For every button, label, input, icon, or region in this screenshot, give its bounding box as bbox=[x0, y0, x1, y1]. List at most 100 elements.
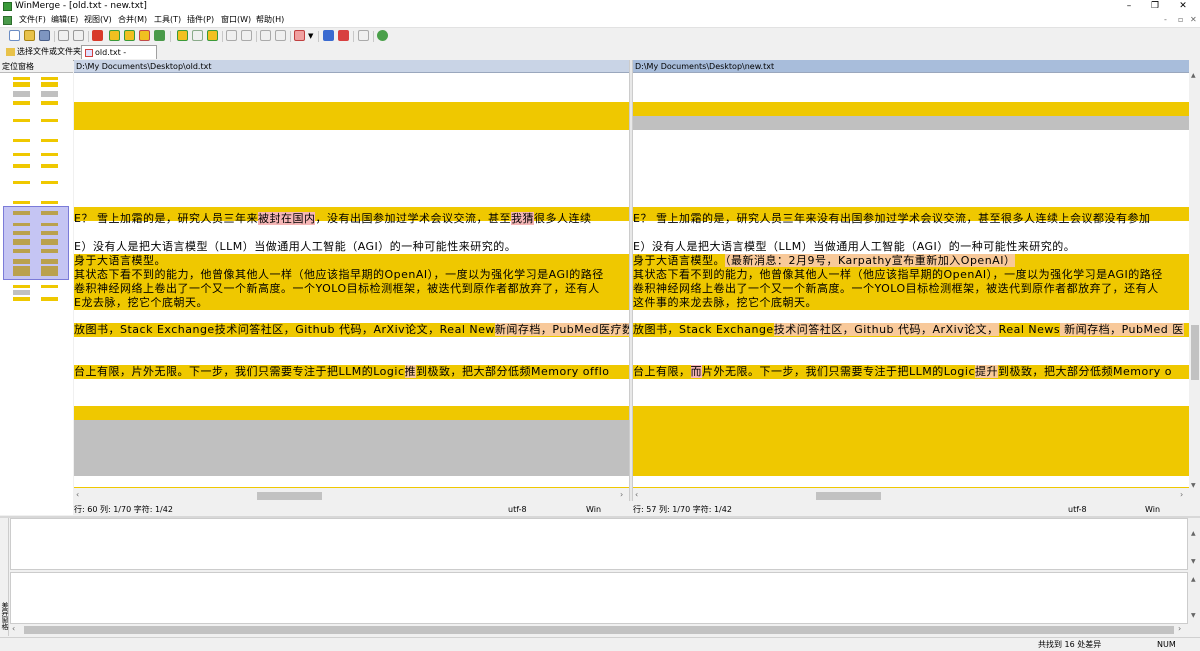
scroll-left-icon[interactable]: ‹ bbox=[635, 490, 638, 499]
tab-old-new[interactable]: old.txt - new.txt bbox=[81, 45, 157, 71]
text-line: E）没有人是把大语言模型（LLM）当做通用人工智能（AGI）的一种可能性来研究的… bbox=[633, 240, 1076, 253]
diff-block[interactable] bbox=[74, 406, 629, 420]
winmerge-app-icon bbox=[3, 2, 12, 11]
diff-block[interactable] bbox=[633, 487, 1189, 488]
diff-detail-horizontal-thumb[interactable] bbox=[24, 626, 1174, 634]
options-icon[interactable] bbox=[294, 30, 305, 41]
toolbar: ▼ bbox=[0, 27, 1200, 45]
window-title: WinMerge - [old.txt - new.txt] bbox=[15, 1, 147, 11]
mdi-close-button[interactable]: ✕ bbox=[1190, 14, 1197, 26]
diff-detail-bottom[interactable] bbox=[10, 572, 1188, 624]
copy-left-icon[interactable] bbox=[207, 30, 218, 41]
scroll-down-arrow-icon[interactable]: ▼ bbox=[1191, 482, 1196, 489]
mdi-restore-button[interactable]: ▫ bbox=[1178, 14, 1183, 26]
diff-block[interactable] bbox=[633, 406, 1189, 476]
scroll-up-arrow-icon[interactable]: ▲ bbox=[1191, 72, 1198, 80]
toolbar-separator bbox=[256, 31, 257, 42]
diff-marker-icon[interactable] bbox=[92, 30, 103, 41]
save-icon[interactable] bbox=[39, 30, 50, 41]
menu-window[interactable]: 窗口(W) bbox=[221, 14, 251, 26]
compare-icon[interactable] bbox=[323, 30, 334, 41]
left-file-path: D:\My Documents\Desktop\old.txt bbox=[74, 60, 629, 73]
scroll-down-arrow-icon[interactable]: ▼ bbox=[1191, 558, 1196, 565]
menu-tools[interactable]: 工具(T) bbox=[154, 14, 181, 26]
left-eol: Win bbox=[586, 505, 602, 514]
vertical-scroll-thumb[interactable] bbox=[1191, 325, 1199, 380]
swap-panes-icon[interactable] bbox=[358, 30, 369, 41]
vertical-scrollbar[interactable]: ▲ ▼ bbox=[1189, 60, 1200, 491]
scroll-right-icon[interactable]: › bbox=[1178, 624, 1181, 633]
chevron-down-icon[interactable]: ▼ bbox=[308, 32, 313, 40]
copy-to-left-icon[interactable] bbox=[241, 30, 252, 41]
next-diff-icon[interactable] bbox=[109, 30, 120, 41]
tab-select-files[interactable]: 选择文件或文件夹 bbox=[3, 45, 84, 59]
location-pane-title: 定位窗格 bbox=[0, 60, 73, 73]
scroll-left-icon[interactable]: ‹ bbox=[12, 624, 15, 633]
right-horizontal-scrollbar[interactable]: ‹ › bbox=[633, 490, 1189, 501]
diff-detail-top-scrollbar[interactable]: ▲ ▼ bbox=[1188, 518, 1200, 570]
new-file-icon[interactable] bbox=[9, 30, 20, 41]
diff-line: 其状态下看不到的能力，他曾像其他人一样（他应该指早期的OpenAI），一度以为强… bbox=[633, 268, 1163, 281]
menu-file[interactable]: 文件(F) bbox=[19, 14, 46, 26]
diff-count: 共找到 16 处差异 bbox=[1038, 640, 1102, 649]
right-file-path: D:\My Documents\Desktop\new.txt bbox=[633, 60, 1189, 73]
open-folder-icon[interactable] bbox=[24, 30, 35, 41]
toolbar-separator bbox=[170, 31, 171, 42]
prev-diff-icon[interactable] bbox=[124, 30, 135, 41]
diff-line: 台上有限，片外无限。下一步，我们只需要专注于把LLM的Logic推到极致，把大部… bbox=[74, 365, 610, 378]
location-bar-right[interactable] bbox=[41, 73, 58, 515]
diff-block[interactable] bbox=[74, 487, 629, 488]
all-left-icon[interactable] bbox=[275, 30, 286, 41]
diff-block[interactable] bbox=[74, 102, 629, 130]
num-lock-indicator: NUM bbox=[1157, 640, 1176, 649]
menu-edit[interactable]: 编辑(E) bbox=[51, 14, 78, 26]
copy-right-icon[interactable] bbox=[192, 30, 203, 41]
diff-detail-top[interactable] bbox=[10, 518, 1188, 570]
moved-block[interactable] bbox=[74, 420, 629, 476]
menu-help[interactable]: 帮助(H) bbox=[256, 14, 284, 26]
diff-line: 身于大语言模型。（最新消息：2月9号，Karpathy宣布重新加入OpenAI） bbox=[633, 254, 1016, 267]
scroll-right-icon[interactable]: › bbox=[620, 490, 623, 499]
scroll-up-arrow-icon[interactable]: ▲ bbox=[1191, 530, 1196, 537]
scroll-up-arrow-icon[interactable]: ▲ bbox=[1191, 576, 1196, 583]
right-horizontal-thumb[interactable] bbox=[816, 492, 881, 500]
left-diff-pane[interactable]: D:\My Documents\Desktop\old.txt E？ 雪上加霜的… bbox=[74, 60, 629, 488]
location-bar-left[interactable] bbox=[13, 73, 30, 515]
left-horizontal-thumb[interactable] bbox=[257, 492, 322, 500]
undo-icon[interactable] bbox=[58, 30, 69, 41]
left-horizontal-scrollbar[interactable]: ‹ › bbox=[74, 490, 629, 501]
location-viewport-indicator[interactable] bbox=[3, 206, 69, 280]
stop-icon[interactable] bbox=[338, 30, 349, 41]
copy-to-right-icon[interactable] bbox=[226, 30, 237, 41]
menu-view[interactable]: 视图(V) bbox=[84, 14, 112, 26]
scroll-left-icon[interactable]: ‹ bbox=[76, 490, 79, 499]
right-diff-pane[interactable]: D:\My Documents\Desktop\new.txt E？ 雪上加霜的… bbox=[633, 60, 1189, 488]
current-diff-icon[interactable] bbox=[154, 30, 165, 41]
location-pane[interactable]: 定位窗格 bbox=[0, 60, 73, 515]
mdi-minimize-button[interactable]: - bbox=[1164, 14, 1167, 26]
minimize-button[interactable]: – bbox=[1116, 0, 1142, 13]
restore-button[interactable]: ❐ bbox=[1142, 0, 1168, 13]
diff-detail-bottom-scrollbar[interactable]: ▲ ▼ bbox=[1188, 572, 1200, 624]
text-line: E）没有人是把大语言模型（LLM）当做通用人工智能（AGI）的一种可能性来研究的… bbox=[74, 240, 517, 253]
scroll-down-arrow-icon[interactable]: ▼ bbox=[1191, 612, 1196, 619]
title-bar: WinMerge - [old.txt - new.txt] – ❐ ✕ bbox=[0, 0, 1200, 13]
folder-icon bbox=[6, 47, 15, 56]
close-button[interactable]: ✕ bbox=[1170, 0, 1196, 13]
moved-block[interactable] bbox=[633, 116, 1189, 130]
mdi-document-icon[interactable] bbox=[3, 16, 12, 25]
redo-icon[interactable] bbox=[73, 30, 84, 41]
menu-plugins[interactable]: 插件(P) bbox=[187, 14, 214, 26]
menu-merge[interactable]: 合并(M) bbox=[118, 14, 147, 26]
diff-line: 这件事的来龙去脉，挖它个底朝天。 bbox=[633, 296, 817, 309]
scroll-right-icon[interactable]: › bbox=[1180, 490, 1183, 499]
diff-block[interactable] bbox=[633, 102, 1189, 116]
diff-detail-horizontal-scrollbar[interactable]: ‹ › bbox=[10, 624, 1188, 635]
toolbar-separator bbox=[373, 31, 374, 42]
all-right-icon[interactable] bbox=[260, 30, 271, 41]
main-status-bar: 共找到 16 处差异 NUM bbox=[0, 637, 1200, 651]
first-diff-icon[interactable] bbox=[177, 30, 188, 41]
refresh-icon[interactable] bbox=[377, 30, 388, 41]
pane-splitter[interactable] bbox=[629, 60, 633, 501]
last-diff-icon[interactable] bbox=[139, 30, 150, 41]
